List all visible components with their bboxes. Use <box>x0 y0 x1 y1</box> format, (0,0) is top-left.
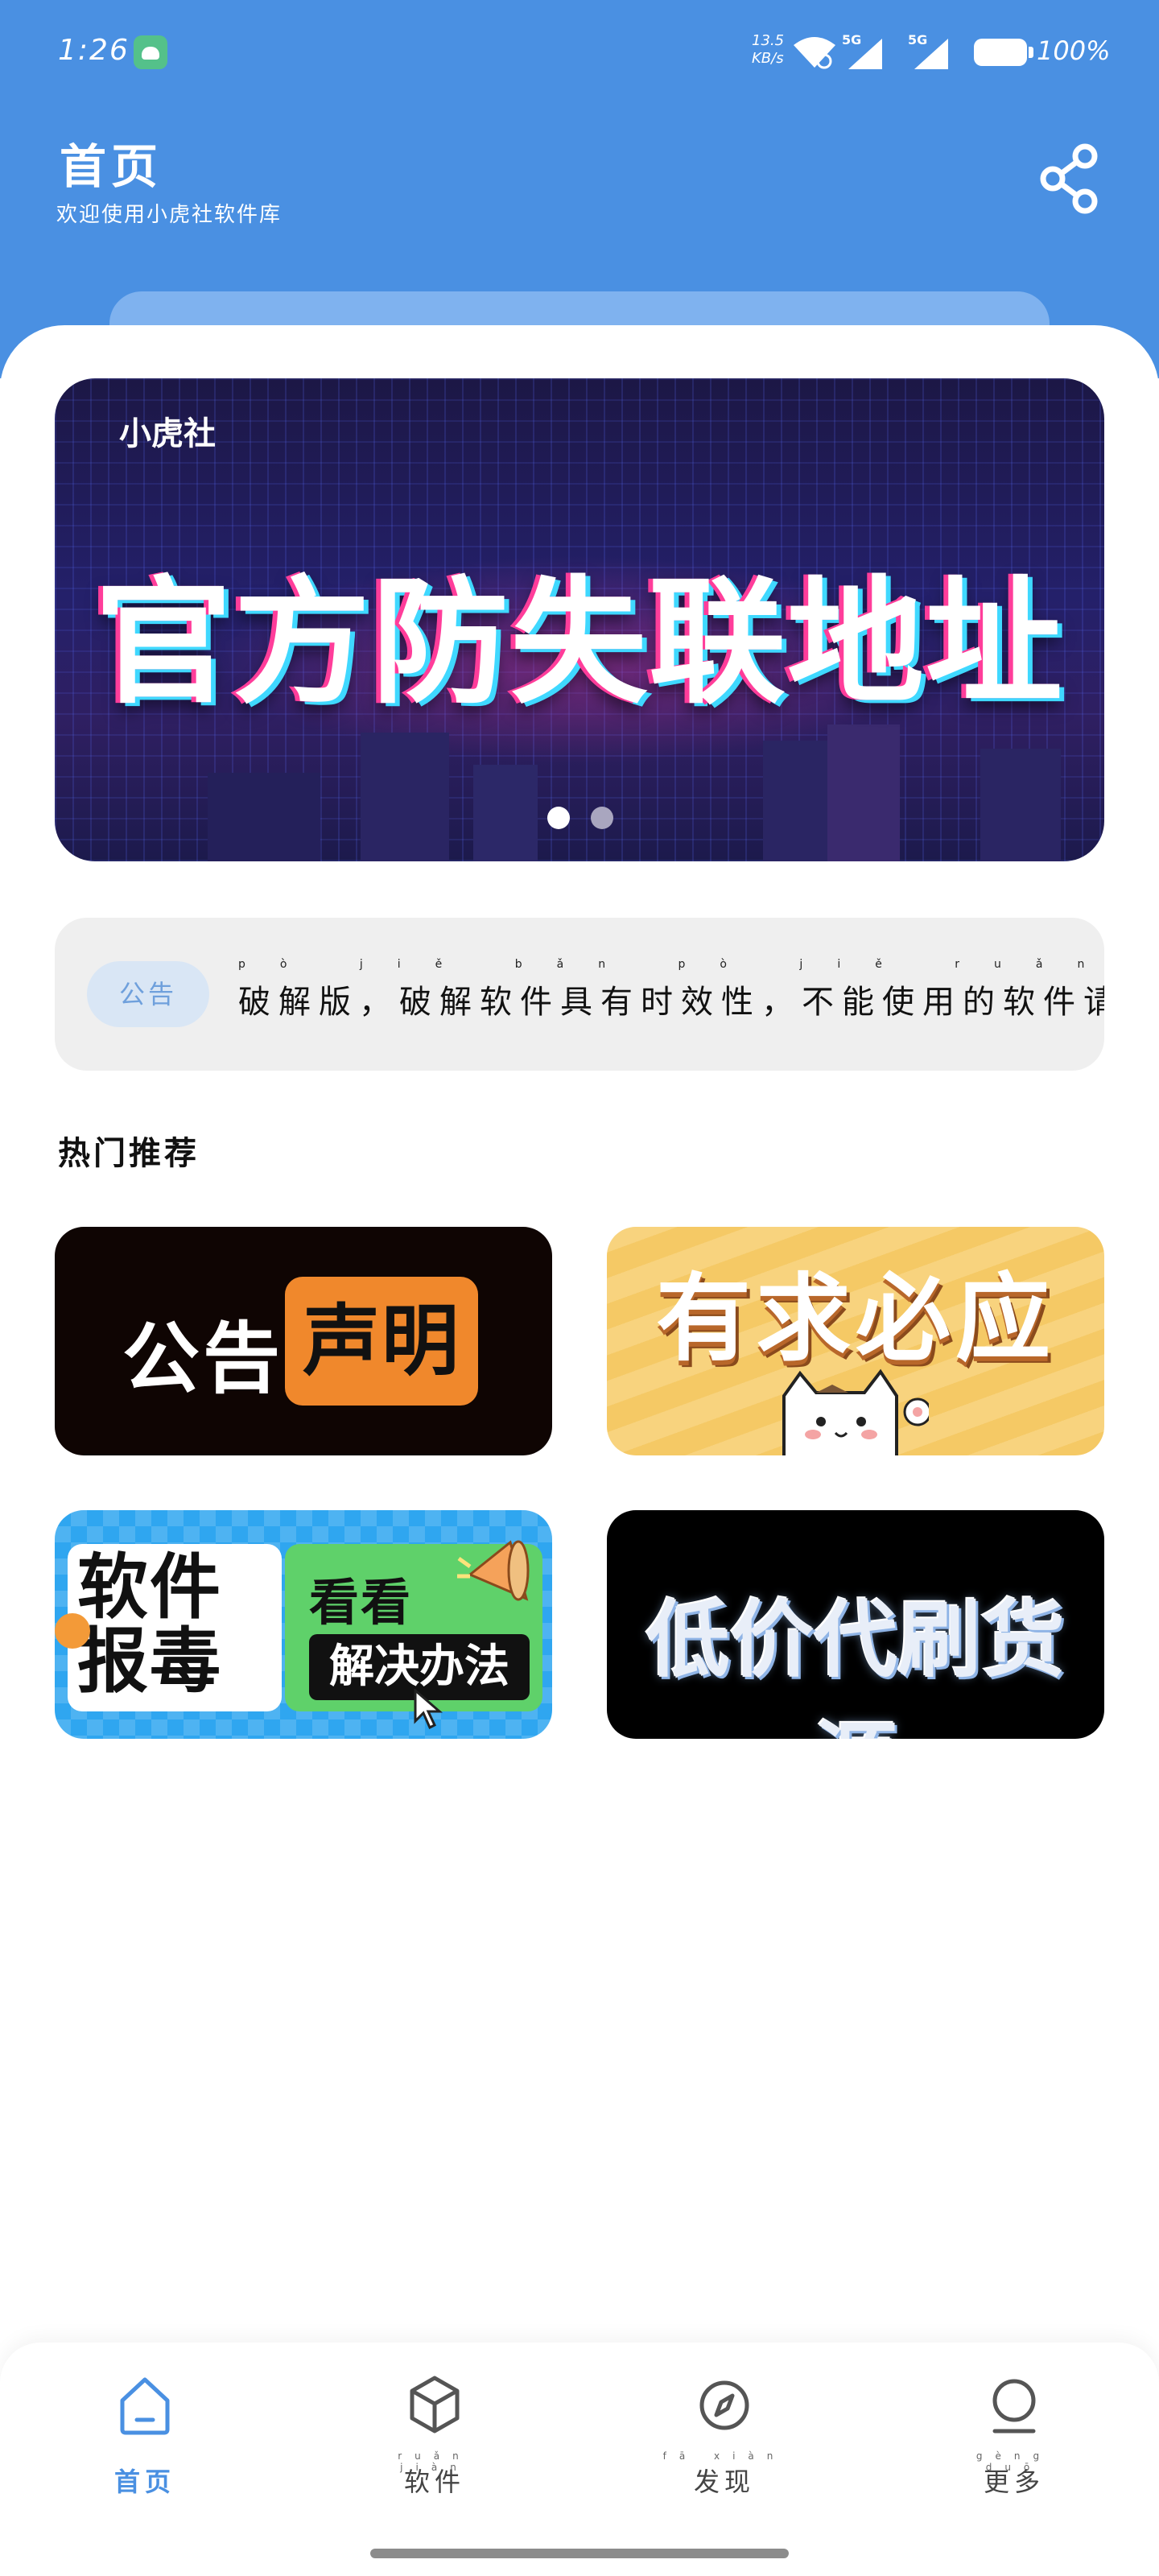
page-subtitle: 欢迎使用小虎社软件库 <box>56 203 283 227</box>
cube-icon <box>410 2376 460 2434</box>
cat-illustration <box>782 1368 929 1455</box>
net-speed-value: 13.5 <box>752 32 785 49</box>
nav-label-more: 更多 <box>983 2467 1045 2497</box>
tile-requests[interactable]: 有求必应 <box>607 1227 1104 1455</box>
net-speed-unit: KB/s <box>752 50 784 67</box>
net-speed: 13.5 KB/s <box>752 32 784 68</box>
signal-1-icon: 5G <box>842 32 887 72</box>
tile-reseller[interactable]: 低价代刷货源 <box>607 1510 1104 1739</box>
tile-antivirus[interactable]: 软件报毒 看看 解决办法 <box>55 1510 552 1739</box>
wifi-icon <box>794 37 835 69</box>
tile-reseller-title: 低价代刷货源 <box>645 1591 1065 1739</box>
page-title: 首页 <box>60 139 163 194</box>
banner-brand: 小虎社 <box>119 415 216 452</box>
notice-bar[interactable]: 公告 pò jiě bǎn pò jiě ruǎn jiàn jù yǒu sh… <box>55 918 1104 1071</box>
cursor-icon <box>414 1689 443 1729</box>
status-bar: 1:26 13.5 KB/s 5G 5G 100% <box>0 0 1159 105</box>
nav-item-home[interactable]: 首页 <box>72 2373 217 2518</box>
share-icon[interactable] <box>1038 142 1103 214</box>
signal-2-icon: 5G <box>908 32 953 72</box>
status-time: 1:26 <box>58 34 130 67</box>
chat-bubble-icon <box>55 1613 90 1649</box>
nav-label-discover: 发现 <box>693 2467 755 2497</box>
tile-antivirus-left-text: 软件报毒 <box>77 1546 223 1703</box>
battery-icon <box>974 39 1033 66</box>
notice-text-content: 破解版，破解软件具有时效性，不能使用的软件请到 <box>238 984 1104 1021</box>
tile-announcement-label: 公告 <box>122 1314 283 1404</box>
carousel-dot[interactable] <box>591 807 613 829</box>
megaphone-icon <box>457 1540 530 1601</box>
nav-label-home: 首页 <box>113 2467 175 2497</box>
carousel-indicator <box>547 807 628 831</box>
section-title-hot: 热门推荐 <box>58 1134 200 1172</box>
carousel-dot-active[interactable] <box>547 807 570 829</box>
user-icon <box>992 2379 1036 2434</box>
nav-item-discover[interactable]: fā xiàn 发现 <box>652 2373 797 2518</box>
notice-marquee-text: pò jiě bǎn pò jiě ruǎn jiàn jù yǒu shí x… <box>238 958 1104 1022</box>
notice-badge: 公告 <box>87 961 209 1027</box>
battery-percent: 100% <box>1037 35 1111 66</box>
nav-item-more[interactable]: gèng duō 更多 <box>942 2373 1087 2518</box>
android-app-icon <box>134 35 167 69</box>
nav-pinyin-discover: fā xiàn <box>662 2450 786 2462</box>
home-icon <box>120 2377 170 2435</box>
banner-headline: 官方防失联地址 <box>94 564 1064 723</box>
tile-antivirus-look: 看看 <box>309 1573 413 1632</box>
tile-announcement-badge: 声明 <box>285 1277 478 1406</box>
compass-icon <box>699 2380 749 2430</box>
tile-requests-title: 有求必应 <box>655 1262 1055 1374</box>
banner-carousel[interactable]: 小虎社 官方防失联地址 <box>55 378 1104 861</box>
nav-item-software[interactable]: ruǎn jiàn 软件 <box>362 2373 507 2518</box>
tile-announcement[interactable]: 公告 声明 <box>55 1227 552 1455</box>
notice-pinyin: pò jiě bǎn pò jiě ruǎn jiàn jù yǒu shí x… <box>238 958 1104 971</box>
home-indicator[interactable] <box>370 2549 789 2558</box>
nav-label-software: 软件 <box>403 2467 465 2497</box>
